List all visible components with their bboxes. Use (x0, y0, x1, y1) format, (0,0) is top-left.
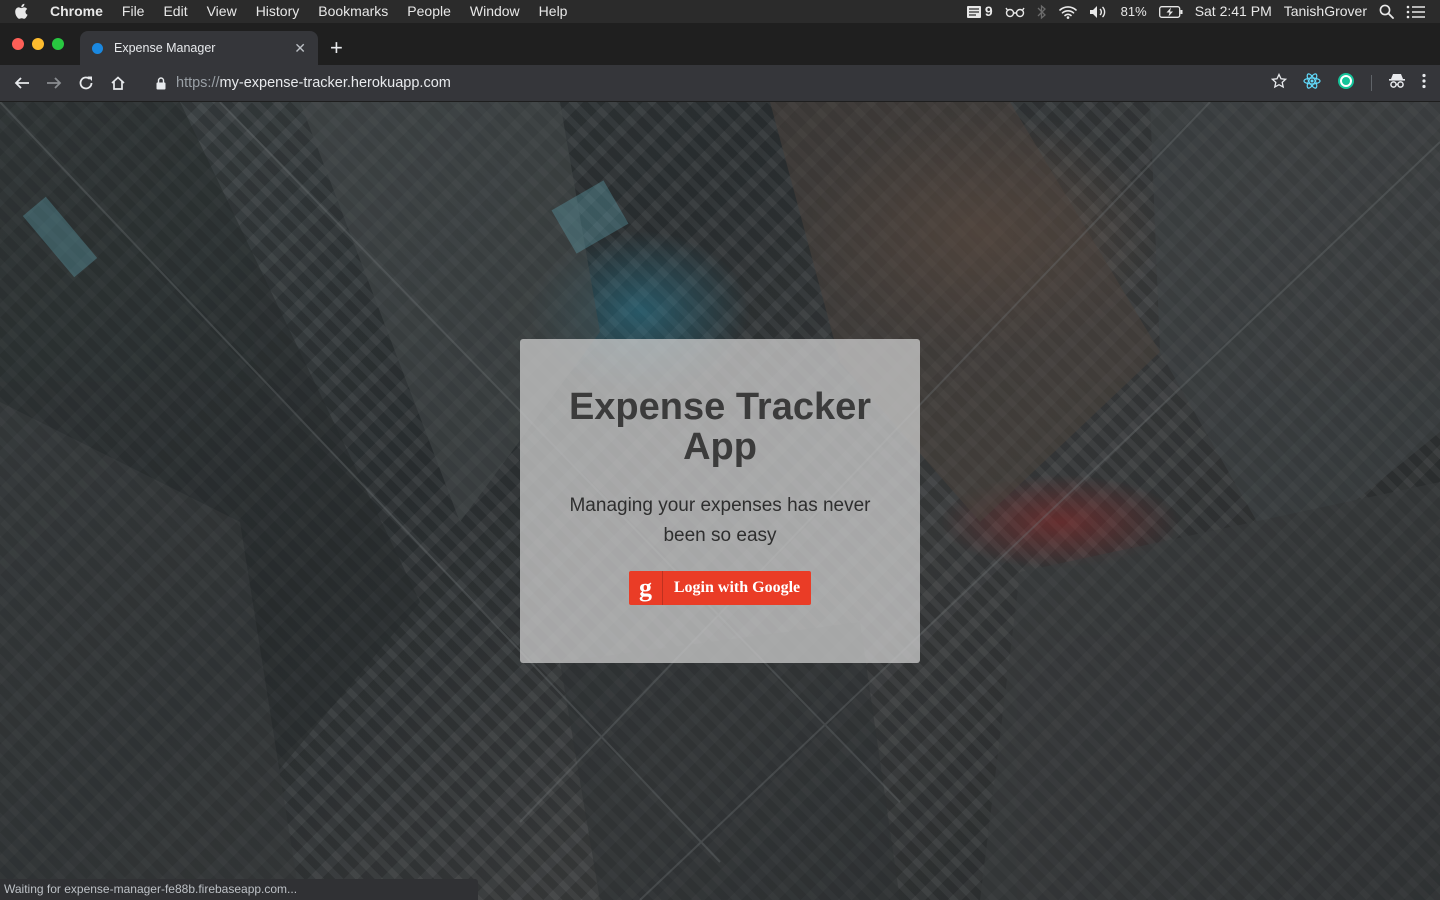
menubar-status-area: 9 81% Sat 2:41 PM TanishGrover (966, 0, 1426, 23)
apple-icon[interactable] (14, 3, 32, 21)
notification-center-icon[interactable] (1406, 5, 1426, 19)
glasses-icon[interactable] (1005, 6, 1025, 18)
bluetooth-icon[interactable] (1037, 4, 1047, 20)
wifi-icon[interactable] (1058, 5, 1077, 19)
browser-toolbar: https:// my-expense-tracker.herokuapp.co… (0, 65, 1440, 102)
toolbar-divider (1371, 75, 1372, 91)
notification-count: 9 (984, 3, 993, 19)
grammarly-extension-icon[interactable] (1337, 72, 1355, 95)
forward-arrow-icon[interactable] (42, 71, 66, 95)
tab-close-icon[interactable]: ✕ (294, 40, 306, 57)
clock[interactable]: Sat 2:41 PM (1195, 0, 1272, 23)
menu-people[interactable]: People (407, 0, 451, 23)
bookmark-star-icon[interactable] (1270, 72, 1288, 94)
home-icon[interactable] (106, 71, 130, 95)
notification-icon[interactable]: 9 (966, 0, 993, 23)
address-bar[interactable]: https:// my-expense-tracker.herokuapp.co… (144, 69, 1271, 97)
reload-icon[interactable] (74, 71, 98, 95)
battery-percent: 81% (1120, 4, 1147, 19)
loading-status-bar: Waiting for expense-manager-fe88b.fireba… (0, 879, 478, 900)
new-tab-plus-icon[interactable]: + (330, 37, 343, 59)
login-button-label: Login with Google (673, 579, 801, 596)
tab-expense-manager[interactable]: Expense Manager ✕ (80, 31, 318, 65)
app-tagline: Managing your expenses has never been so… (569, 495, 871, 546)
toolbar-actions (1270, 72, 1430, 95)
page-viewport: Expense Tracker App Managing your expens… (0, 102, 1440, 900)
menu-bookmarks[interactable]: Bookmarks (318, 0, 388, 23)
url-host: my-expense-tracker.herokuapp.com (219, 75, 451, 91)
react-devtools-extension-icon[interactable] (1303, 72, 1321, 95)
close-window-button[interactable] (12, 38, 24, 50)
menu-edit[interactable]: Edit (163, 0, 187, 23)
tab-strip: Expense Manager ✕ + (0, 23, 1440, 65)
volume-icon[interactable] (1089, 5, 1109, 19)
back-arrow-icon[interactable] (10, 71, 34, 95)
tab-favicon-icon (92, 42, 103, 54)
incognito-profile-icon[interactable] (1388, 73, 1406, 94)
spotlight-search-icon[interactable] (1379, 4, 1394, 19)
tab-title: Expense Manager (114, 41, 216, 55)
zoom-window-button[interactable] (52, 38, 64, 50)
minimize-window-button[interactable] (32, 38, 44, 50)
macos-menu-bar: Chrome File Edit View History Bookmarks … (0, 0, 1440, 23)
menu-app-name[interactable]: Chrome (50, 0, 103, 23)
url-scheme: https:// (176, 75, 220, 91)
login-with-google-button[interactable]: g Login with Google (629, 571, 811, 605)
menu-view[interactable]: View (207, 0, 237, 23)
menu-file[interactable]: File (122, 0, 145, 23)
google-g-icon: g (629, 571, 663, 605)
app-title: Expense Tracker App (568, 386, 872, 468)
menu-history[interactable]: History (256, 0, 300, 23)
lock-icon[interactable] (156, 76, 166, 90)
menu-help[interactable]: Help (539, 0, 568, 23)
battery-icon[interactable] (1158, 5, 1183, 18)
login-card: Expense Tracker App Managing your expens… (520, 339, 920, 663)
more-menu-icon[interactable] (1422, 73, 1426, 94)
window-controls (12, 38, 64, 50)
user-name[interactable]: TanishGrover (1284, 0, 1367, 23)
menu-window[interactable]: Window (470, 0, 520, 23)
